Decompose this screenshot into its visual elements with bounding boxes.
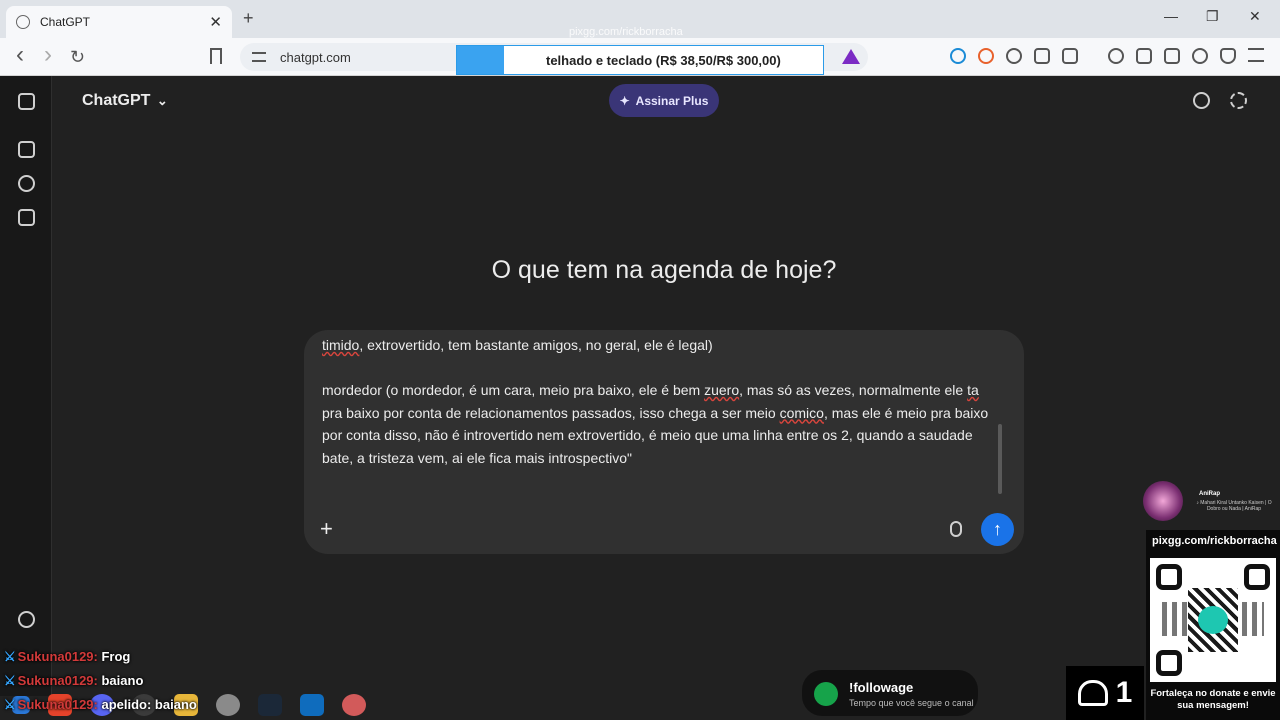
donation-cta: Fortaleça no donate e envie sua mensagem… bbox=[1150, 688, 1276, 711]
chat-message: ⚔ Sukuna0129: apelido: baiano bbox=[4, 697, 197, 713]
ai-assistant-icon[interactable] bbox=[1192, 48, 1208, 64]
media-icon[interactable] bbox=[1108, 48, 1124, 64]
chat-text: apelido: baiano bbox=[101, 697, 197, 712]
chat-username: Sukuna0129: bbox=[17, 649, 98, 664]
tab-title: ChatGPT bbox=[40, 15, 91, 29]
toggle-sidebar-icon[interactable] bbox=[18, 93, 35, 110]
microphone-icon[interactable] bbox=[950, 521, 962, 537]
page-headline: O que tem na agenda de hoje? bbox=[491, 256, 837, 284]
app-taskbar-icon[interactable] bbox=[300, 694, 324, 716]
chat-message: ⚔ Sukuna0129: Frog bbox=[4, 649, 130, 665]
sword-icon: ⚔ bbox=[4, 649, 16, 664]
chat-username: Sukuna0129: bbox=[17, 697, 98, 712]
shield-icon[interactable] bbox=[1220, 48, 1236, 64]
bookmark-icon[interactable] bbox=[210, 48, 222, 64]
close-window-button[interactable]: ✕ bbox=[1249, 8, 1261, 25]
followage-description: Tempo que você segue o canal bbox=[849, 698, 974, 708]
qr-logo-icon bbox=[1198, 606, 1228, 634]
donation-goal-bar: telhado e teclado (R$ 38,50/R$ 300,00) bbox=[456, 45, 824, 75]
chat-text: Frog bbox=[101, 649, 131, 664]
sword-icon: ⚔ bbox=[4, 697, 16, 712]
prompt-text: , extrovertido, tem bastante amigos, no … bbox=[359, 337, 713, 353]
brand-title: ChatGPT bbox=[82, 92, 151, 109]
prompt-text: mordedor (o mordedor, é um cara, meio pr… bbox=[322, 382, 705, 399]
back-button[interactable]: ‹ bbox=[16, 41, 24, 69]
new-tab-button[interactable]: + bbox=[243, 8, 254, 29]
followage-icon bbox=[814, 682, 838, 706]
extension-icon[interactable] bbox=[978, 48, 994, 64]
prompt-text: pra baixo por conta de relacionamentos p… bbox=[322, 404, 780, 421]
send-button[interactable]: ↑ bbox=[981, 513, 1014, 546]
library-icon[interactable] bbox=[18, 209, 35, 226]
now-playing-title: AniRap bbox=[1199, 491, 1220, 497]
menu-icon[interactable] bbox=[1248, 48, 1264, 62]
stream-watermark: pixgg.com/rickborracha bbox=[569, 26, 683, 38]
qr-code bbox=[1150, 558, 1276, 682]
add-person-icon[interactable] bbox=[1193, 92, 1210, 109]
close-tab-icon[interactable]: ✕ bbox=[209, 13, 222, 31]
donation-goal-text: telhado e teclado (R$ 38,50/R$ 300,00) bbox=[546, 52, 781, 68]
extension-icon[interactable] bbox=[950, 48, 966, 64]
now-playing-widget: AniRap ♪ Mahari Kiral Untanko Kaisen | O… bbox=[1143, 481, 1280, 523]
prompt-composer[interactable]: timido, extrovertido, tem bastante amigo… bbox=[304, 330, 1024, 554]
url-text: chatgpt.com bbox=[280, 49, 351, 65]
album-art bbox=[1143, 481, 1183, 521]
arrow-up-icon: ↑ bbox=[993, 519, 1002, 539]
power-icon[interactable] bbox=[1006, 48, 1022, 64]
now-playing-subtitle: ♪ Mahari Kiral Untanko Kaisen | O Dobro … bbox=[1196, 500, 1272, 512]
minimize-button[interactable]: — bbox=[1164, 8, 1178, 24]
sidebar-rail bbox=[0, 76, 52, 696]
misspelled-word: zuero bbox=[704, 382, 740, 399]
viewer-count-widget: 1 bbox=[1066, 666, 1144, 720]
sword-icon: ⚔ bbox=[4, 673, 16, 688]
app-taskbar-icon[interactable] bbox=[342, 694, 366, 716]
model-selector[interactable]: ChatGPT ⌄ bbox=[82, 92, 168, 110]
wallet-icon[interactable] bbox=[1164, 48, 1180, 64]
misspelled-word: timido bbox=[322, 337, 360, 353]
chat-username: Sukuna0129: bbox=[17, 673, 98, 688]
followage-command: !followage bbox=[849, 680, 914, 695]
brave-rewards-icon[interactable] bbox=[842, 49, 860, 64]
prompt-textarea[interactable]: timido, extrovertido, tem bastante amigo… bbox=[322, 334, 1002, 470]
forward-button[interactable]: › bbox=[44, 41, 52, 69]
people-icon bbox=[1077, 680, 1108, 706]
qr-finder bbox=[1156, 650, 1182, 676]
upgrade-plus-label: Assinar Plus bbox=[635, 93, 709, 108]
temporary-chat-icon[interactable] bbox=[1230, 92, 1247, 109]
sparkle-icon: ✦ bbox=[619, 93, 630, 108]
followage-widget: !followage Tempo que você segue o canal bbox=[802, 670, 978, 716]
site-settings-icon[interactable] bbox=[252, 52, 266, 62]
chat-message: ⚔ Sukuna0129: baiano bbox=[4, 673, 143, 689]
prompt-text: , mas só as vezes, normalmente ele bbox=[739, 382, 968, 399]
misspelled-word: comico bbox=[779, 404, 824, 421]
globe-icon bbox=[16, 15, 30, 29]
chat-text: baiano bbox=[101, 673, 144, 688]
browser-tab[interactable]: ChatGPT ✕ bbox=[6, 6, 232, 38]
extensions-puzzle-icon[interactable] bbox=[1034, 48, 1050, 64]
donation-url: pixgg.com/rickborracha bbox=[1152, 535, 1277, 547]
textarea-scrollbar[interactable] bbox=[998, 424, 1002, 494]
new-chat-icon[interactable] bbox=[18, 141, 35, 158]
viewer-count: 1 bbox=[1115, 676, 1133, 709]
sidebar-toggle-icon[interactable] bbox=[1136, 48, 1152, 64]
screenshot-icon[interactable] bbox=[1062, 48, 1078, 64]
donation-progress-fill bbox=[457, 46, 504, 74]
misspelled-word: ta bbox=[967, 382, 979, 399]
maximize-button[interactable]: ❐ bbox=[1206, 8, 1219, 25]
qr-finder bbox=[1156, 564, 1182, 590]
upgrade-plus-button[interactable]: ✦ Assinar Plus bbox=[609, 84, 719, 117]
donation-qr-panel: pixgg.com/rickborracha Fortaleça no dona… bbox=[1146, 530, 1280, 720]
qr-finder bbox=[1244, 564, 1270, 590]
explore-gpts-icon[interactable] bbox=[18, 611, 35, 628]
reload-button[interactable]: ↻ bbox=[70, 47, 85, 68]
steam-taskbar-icon[interactable] bbox=[258, 694, 282, 716]
add-attachment-button[interactable]: + bbox=[320, 516, 333, 542]
app-taskbar-icon[interactable] bbox=[216, 694, 240, 716]
chevron-down-icon: ⌄ bbox=[156, 93, 168, 108]
search-icon[interactable] bbox=[18, 175, 35, 192]
